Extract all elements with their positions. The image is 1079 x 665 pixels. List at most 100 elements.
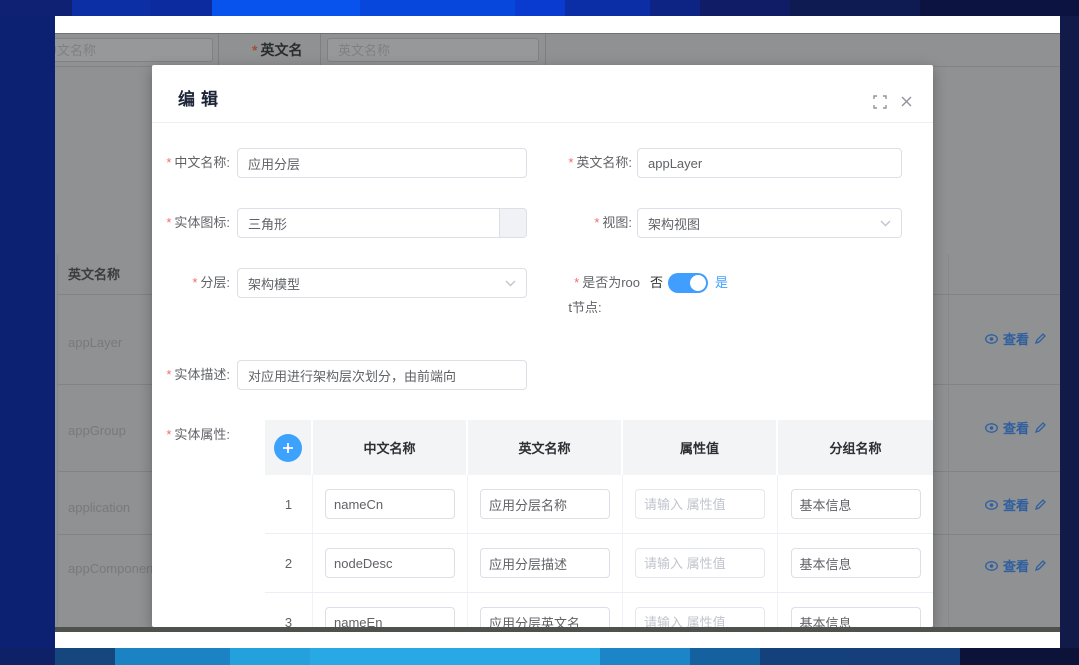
fullscreen-icon [873,95,887,109]
entity-attrs-label: *实体属性: [152,420,230,450]
layer-select-value: 架构模型 [248,274,300,293]
bar-segment [850,648,960,665]
entity-desc-input[interactable] [237,360,527,390]
app-window: *英文名 英文名称 appLayer appGroup application … [55,16,1060,648]
divider [545,34,546,66]
view-link[interactable]: 查看 [1003,418,1029,437]
required-mark: * [568,155,573,170]
content-bottom-edge [55,627,1060,632]
cn-name-label: *中文名称: [152,148,230,178]
attr-cn-name-input[interactable] [325,489,455,519]
bar-segment [230,648,310,665]
view-link[interactable]: 查看 [1003,556,1029,575]
divider [57,254,58,633]
desktop-right-strip [1060,16,1079,648]
col-header-cn-name: 中文名称 [313,420,468,475]
cn-name-input[interactable] [237,148,527,178]
icon-preview-addon[interactable] [500,208,527,238]
desktop-top-bar [0,0,1079,16]
required-mark: * [166,215,171,230]
table-cell-en-name: application [68,500,130,515]
required-mark: * [594,215,599,230]
view-link[interactable]: 查看 [1003,495,1029,514]
query-en-name-input[interactable] [327,38,539,62]
window-bottom-strip [55,632,1060,648]
chevron-down-icon [505,280,516,287]
attr-en-name-input[interactable] [480,607,610,627]
bar-segment [115,648,230,665]
bar-segment [360,0,515,16]
query-cn-name-input[interactable] [55,38,213,62]
en-name-input[interactable] [637,148,902,178]
close-button[interactable] [900,95,913,108]
toggle-knob [690,275,706,291]
eye-icon[interactable] [985,423,998,433]
row-actions: 查看 [985,556,1047,575]
attribute-row: 3 [265,593,933,627]
bar-segment [150,0,212,16]
eye-icon[interactable] [985,500,998,510]
attr-en-name-input[interactable] [480,548,610,578]
bar-segment [515,0,565,16]
attr-group-input[interactable] [791,607,921,627]
attr-en-name-input[interactable] [480,489,610,519]
col-header-en-name: 英文名称 [468,420,623,475]
bar-segment [960,648,1079,665]
attr-value-input[interactable] [635,607,765,627]
view-label: *视图: [544,208,632,238]
required-mark: * [166,367,171,382]
edit-icon[interactable] [1034,559,1047,572]
desktop: { "ui": { "required_mark": "*" }, "color… [0,0,1079,665]
edit-icon[interactable] [1034,421,1047,434]
bar-segment [0,0,72,16]
add-attribute-cell [265,420,313,475]
plus-icon [282,442,294,454]
required-mark: * [574,275,579,290]
edit-icon[interactable] [1034,332,1047,345]
fullscreen-button[interactable] [873,95,887,109]
table-cell-en-name: appGroup [68,423,126,438]
bar-segment [0,648,55,665]
is-root-toggle[interactable] [668,273,708,293]
bar-segment [920,0,1079,16]
add-attribute-button[interactable] [274,434,302,462]
view-select[interactable]: 架构视图 [637,208,902,238]
close-icon [900,95,913,108]
bar-segment [690,648,760,665]
bar-segment [760,648,850,665]
attribute-table-header: 中文名称 英文名称 属性值 分组名称 [265,420,933,475]
bar-segment [650,0,700,16]
bar-segment [600,648,690,665]
bar-segment [212,0,360,16]
required-mark: * [192,275,197,290]
layer-select[interactable]: 架构模型 [237,268,527,298]
attr-group-input[interactable] [791,489,921,519]
edit-icon[interactable] [1034,498,1047,511]
eye-icon[interactable] [985,334,998,344]
bar-segment [72,0,150,16]
view-link[interactable]: 查看 [1003,329,1029,348]
query-en-name-label: *英文名 [252,38,302,62]
is-root-label-line2: t节点: [552,293,618,323]
attribute-table: 中文名称 英文名称 属性值 分组名称 1 2 3 [265,420,933,627]
table-cell-en-name: appComponent [68,561,157,576]
attr-cn-name-input[interactable] [325,607,455,627]
entity-icon-input[interactable] [237,208,500,238]
attr-value-input[interactable] [635,489,765,519]
attr-group-input[interactable] [791,548,921,578]
attr-cn-name-input[interactable] [325,548,455,578]
row-actions: 查看 [985,329,1047,348]
entity-desc-label: *实体描述: [152,360,230,390]
bg-table-header-en-name: 英文名称 [68,264,120,283]
divider [218,34,219,66]
eye-icon[interactable] [985,561,998,571]
toggle-on-text: 是 [715,268,728,298]
row-index: 3 [265,593,313,627]
row-index: 1 [265,475,313,533]
attribute-row: 2 [265,534,933,593]
entity-icon-label: *实体图标: [152,208,230,238]
layer-label: *分层: [152,268,230,298]
attr-value-input[interactable] [635,548,765,578]
divider [948,254,949,633]
col-header-group-name: 分组名称 [778,420,933,475]
